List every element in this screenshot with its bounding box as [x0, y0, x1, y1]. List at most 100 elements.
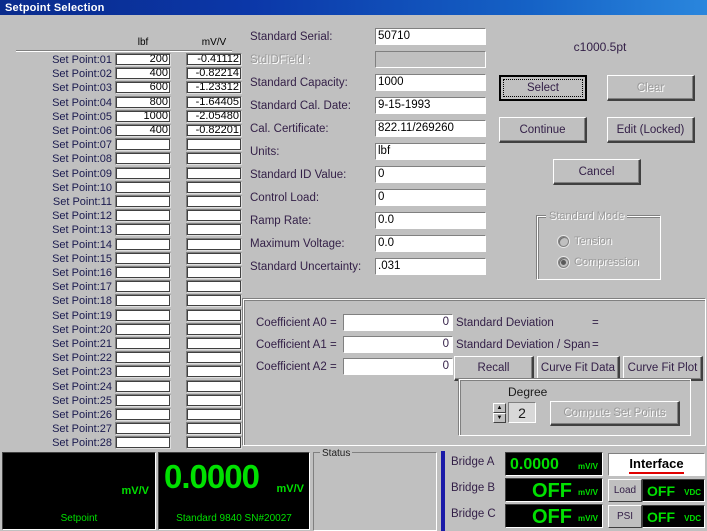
radio-tension[interactable]: Tension: [558, 235, 612, 247]
curve-fit-data-button[interactable]: Curve Fit Data: [537, 356, 620, 381]
form-field-input[interactable]: .031: [375, 258, 486, 275]
degree-stepper-down[interactable]: ▼: [493, 413, 506, 423]
curve-fit-plot-button[interactable]: Curve Fit Plot: [623, 356, 703, 381]
setpoint-mvv-input[interactable]: [186, 181, 242, 194]
setpoint-mvv-input[interactable]: [186, 266, 242, 279]
setpoint-row: Set Point:27: [2, 422, 234, 436]
setpoint-lbf-input[interactable]: [115, 408, 171, 421]
setpoint-mvv-input[interactable]: [186, 309, 242, 322]
setpoint-lbf-input[interactable]: [115, 195, 171, 208]
setpoint-lbf-input[interactable]: 1000: [115, 110, 171, 123]
cancel-button[interactable]: Cancel: [553, 159, 641, 185]
degree-value[interactable]: 2: [508, 402, 536, 423]
setpoint-mvv-input[interactable]: [186, 167, 242, 180]
setpoint-lbf-input[interactable]: [115, 422, 171, 435]
setpoint-lbf-input[interactable]: [115, 323, 171, 336]
setpoint-lbf-input[interactable]: [115, 280, 171, 293]
setpoint-mvv-input[interactable]: [186, 337, 242, 350]
setpoint-mvv-input[interactable]: [186, 209, 242, 222]
setpoint-lbf-input[interactable]: [115, 138, 171, 151]
load-tag[interactable]: Load: [608, 479, 642, 502]
setpoint-lbf-input[interactable]: [115, 309, 171, 322]
form-field-input[interactable]: 0: [375, 189, 486, 206]
setpoint-mvv-input[interactable]: -1.64405: [186, 96, 242, 109]
setpoint-mvv-input[interactable]: [186, 422, 242, 435]
degree-label: Degree: [508, 385, 547, 399]
setpoint-lbf-input[interactable]: [115, 209, 171, 222]
coefficient-a2-input[interactable]: 0: [343, 358, 453, 375]
setpoint-lbf-input[interactable]: [115, 238, 171, 251]
setpoint-lbf-input[interactable]: 200: [115, 53, 171, 66]
setpoint-lbf-input[interactable]: 400: [115, 67, 171, 80]
setpoint-lbf-input[interactable]: 400: [115, 124, 171, 137]
setpoint-mvv-input[interactable]: [186, 280, 242, 293]
recall-button[interactable]: Recall: [454, 356, 534, 381]
coefficient-a0-input[interactable]: 0: [343, 314, 453, 331]
setpoint-label: Set Point:10: [30, 181, 112, 195]
setpoint-row: Set Point:14: [2, 238, 234, 252]
setpoint-lbf-input[interactable]: [115, 266, 171, 279]
form-field-input[interactable]: 0.0: [375, 235, 486, 252]
setpoint-mvv-input[interactable]: [186, 323, 242, 336]
form-field-input[interactable]: 1000: [375, 74, 486, 91]
setpoint-lbf-input[interactable]: [115, 365, 171, 378]
setpoint-lbf-input[interactable]: 600: [115, 81, 171, 94]
psi-tag[interactable]: PSI: [608, 505, 642, 528]
setpoint-lbf-input[interactable]: [115, 337, 171, 350]
setpoint-mvv-input[interactable]: -2.05480: [186, 110, 242, 123]
setpoint-mvv-input[interactable]: [186, 408, 242, 421]
setpoint-mvv-input[interactable]: [186, 351, 242, 364]
form-field-input[interactable]: 9-15-1993: [375, 97, 486, 114]
setpoint-lbf-input[interactable]: [115, 351, 171, 364]
setpoint-lbf-input[interactable]: [115, 181, 171, 194]
setpoint-mvv-input[interactable]: [186, 380, 242, 393]
setpoint-mvv-input[interactable]: [186, 436, 242, 449]
setpoint-label: Set Point:01: [30, 53, 112, 67]
compute-setpoints-button[interactable]: Compute Set Points: [550, 401, 680, 426]
radio-compression[interactable]: Compression: [558, 256, 639, 268]
setpoint-label: Set Point:28: [30, 436, 112, 450]
setpoint-lbf-input[interactable]: [115, 380, 171, 393]
bridge-c-display: OFF mV/V: [505, 504, 603, 528]
clear-button-label: Clear: [637, 82, 664, 94]
setpoint-mvv-input[interactable]: [186, 252, 242, 265]
setpoint-mvv-input[interactable]: -0.41112: [186, 53, 242, 66]
continue-button[interactable]: Continue: [499, 117, 587, 143]
setpoint-label: Set Point:11: [30, 195, 112, 209]
setpoint-mvv-input[interactable]: [186, 365, 242, 378]
setpoint-lbf-input[interactable]: [115, 436, 171, 449]
form-field-input[interactable]: 0: [375, 166, 486, 183]
form-field-input[interactable]: 0.0: [375, 212, 486, 229]
setpoint-lbf-input[interactable]: [115, 252, 171, 265]
setpoint-mvv-input[interactable]: -0.82201: [186, 124, 242, 137]
edit-button[interactable]: Edit (Locked): [607, 117, 695, 143]
radio-tension-label: Tension: [574, 235, 612, 247]
setpoint-lbf-input[interactable]: [115, 152, 171, 165]
setpoint-lbf-input[interactable]: [115, 223, 171, 236]
setpoint-lbf-input[interactable]: [115, 294, 171, 307]
setpoint-lbf-input[interactable]: 800: [115, 96, 171, 109]
degree-group: Degree ▲ ▼ 2 Compute Set Points: [459, 379, 691, 436]
form-field-input[interactable]: 822.11/269260: [375, 120, 486, 137]
load-display: OFF VDC: [642, 479, 705, 502]
degree-stepper-up[interactable]: ▲: [493, 403, 506, 413]
setpoint-mvv-input[interactable]: -1.23312: [186, 81, 242, 94]
setpoint-mvv-input[interactable]: -0.82214: [186, 67, 242, 80]
setpoint-mvv-input[interactable]: [186, 294, 242, 307]
setpoint-mvv-input[interactable]: [186, 152, 242, 165]
setpoint-mvv-input[interactable]: [186, 238, 242, 251]
setpoint-label: Set Point:23: [30, 365, 112, 379]
degree-stepper[interactable]: ▲ ▼: [493, 403, 506, 423]
setpoint-lbf-input[interactable]: [115, 167, 171, 180]
select-button[interactable]: Select: [499, 75, 587, 101]
form-field-input[interactable]: 50710: [375, 28, 486, 45]
setpoint-mvv-input[interactable]: [186, 223, 242, 236]
coefficient-a1-input[interactable]: 0: [343, 336, 453, 353]
setpoint-mvv-input[interactable]: [186, 394, 242, 407]
clear-button[interactable]: Clear: [607, 75, 695, 101]
setpoint-lbf-input[interactable]: [115, 394, 171, 407]
setpoint-mvv-input[interactable]: [186, 195, 242, 208]
form-field-input[interactable]: lbf: [375, 143, 486, 160]
setpoint-label: Set Point:06: [30, 124, 112, 138]
setpoint-mvv-input[interactable]: [186, 138, 242, 151]
